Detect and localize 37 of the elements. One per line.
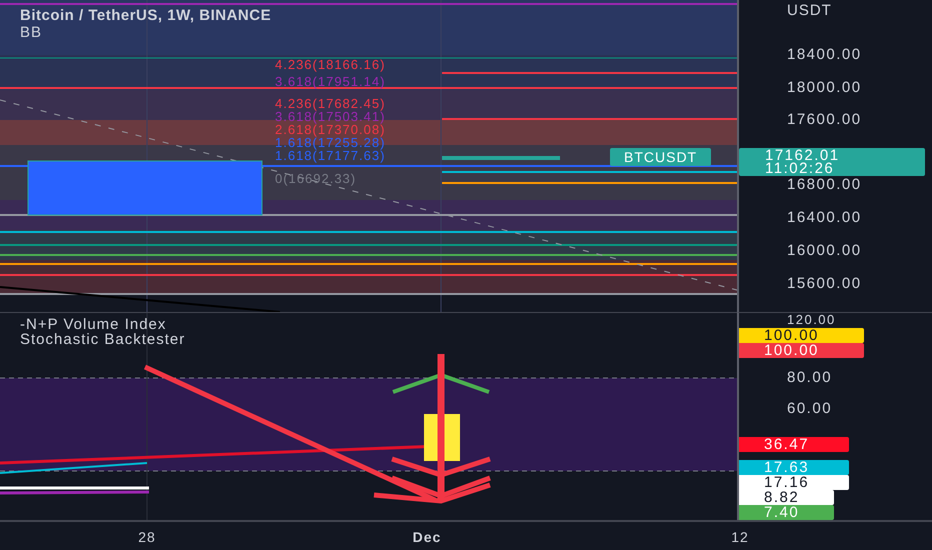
price-tick: 16000.00 — [787, 243, 862, 259]
indicator-label: BB — [20, 24, 44, 41]
fibonacci-label: 4.236(18166.16) — [275, 58, 386, 71]
symbol-tag: BTCUSDT — [610, 148, 712, 166]
fibonacci-label: 2.618(17370.08) — [275, 123, 386, 136]
value-tag: 100.00 — [739, 343, 864, 358]
fibonacci-label: 1.618(17255.28) — [275, 136, 386, 149]
value-tag: 8.82 — [739, 490, 834, 505]
indicator-title: Stochastic Backtester — [20, 331, 186, 348]
value-tick: 120.00 — [787, 313, 836, 327]
fibonacci-label: 1.618(17177.63) — [275, 149, 386, 162]
indicator-title: -N+P Volume Index — [20, 316, 166, 333]
fibonacci-label: 0(16692.33) — [275, 172, 356, 185]
price-tick: 18000.00 — [787, 80, 862, 96]
fibonacci-label: 4.236(17682.45) — [275, 97, 386, 110]
currency-label: USDT — [787, 2, 832, 19]
price-tick: 16800.00 — [787, 177, 862, 193]
bar-countdown: 11:02:26 — [765, 162, 834, 175]
price-tick: 18400.00 — [787, 47, 862, 63]
price-tick: 16400.00 — [787, 210, 862, 226]
date-label: Dec — [412, 529, 442, 545]
last-price: 17162.01 — [765, 149, 841, 162]
value-tick: 80.00 — [787, 370, 832, 386]
value-tag: 17.16 — [739, 475, 849, 490]
value-tag: 100.00 — [739, 328, 864, 343]
value-tag: 7.40 — [739, 505, 834, 520]
price-tick: 15600.00 — [787, 276, 862, 292]
fibonacci-label: 3.618(17951.14) — [275, 75, 386, 88]
symbol-title: Bitcoin / TetherUS, 1W, BINANCE — [20, 7, 272, 24]
value-tag: 36.47 — [739, 437, 849, 452]
chevron-icon — [392, 372, 490, 394]
price-tick: 17600.00 — [787, 112, 862, 128]
value-tag: 17.63 — [739, 460, 849, 475]
value-tick: 60.00 — [787, 401, 832, 417]
fibonacci-label: 3.618(17503.41) — [275, 110, 386, 123]
date-label: 12 — [731, 529, 749, 545]
date-label: 28 — [138, 529, 156, 545]
